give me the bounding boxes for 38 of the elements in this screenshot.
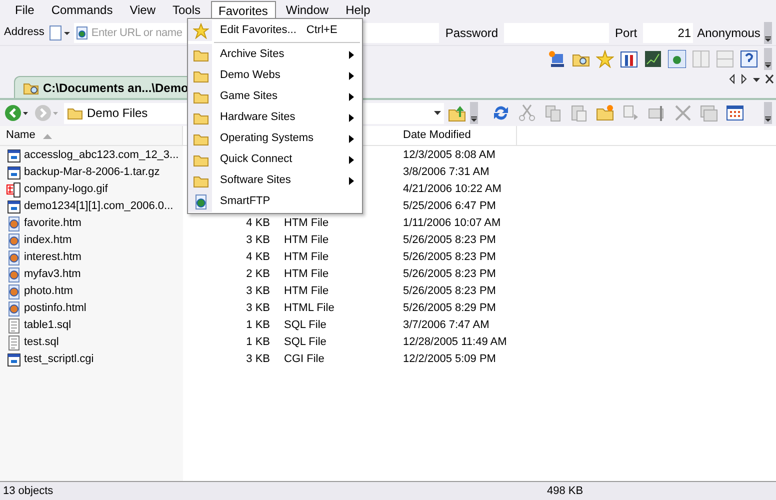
file-size: 3 KB <box>245 233 271 248</box>
password-label: Password <box>444 24 500 42</box>
file-size: 1 KB <box>245 335 271 350</box>
date-modified: 5/26/2005 8:23 PM <box>402 267 496 282</box>
file-type: SQL File <box>283 318 328 334</box>
file-size: 3 KB <box>245 301 271 316</box>
date-modified: 5/26/2005 8:29 PM <box>402 301 496 316</box>
file-type: HTM File <box>283 267 330 282</box>
port-label: Port <box>614 24 638 42</box>
file-size: 1 KB <box>245 318 271 334</box>
date-modified: 12/28/2005 11:49 AM <box>402 335 507 350</box>
date-modified: 12/2/2005 5:09 PM <box>402 352 496 368</box>
date-modified: 4/21/2006 10:22 AM <box>402 182 502 198</box>
date-modified: 5/25/2006 6:47 PM <box>402 199 496 214</box>
anonymous-label: Anonymous <box>697 24 760 42</box>
file-type: SQL File <box>283 335 328 350</box>
date-modified: 3/8/2006 7:31 AM <box>402 165 490 180</box>
file-type: HTM File <box>283 284 330 300</box>
file-type: CGI File <box>283 352 326 368</box>
date-modified: 5/26/2005 8:23 PM <box>402 284 496 300</box>
file-size: 3 KB <box>245 284 271 300</box>
date-modified: 5/26/2005 8:23 PM <box>402 233 496 248</box>
file-type: HTM File <box>283 233 330 248</box>
tab-title: C:\Documents an...\Demo <box>43 80 188 96</box>
file-type: HTM File <box>283 216 330 232</box>
total-size: 498 KB <box>547 484 584 499</box>
file-type: HTML File <box>283 301 336 316</box>
date-modified: 5/26/2005 8:23 PM <box>402 250 496 266</box>
address-label: Address <box>4 25 44 40</box>
date-modified: 1/11/2006 10:07 AM <box>402 216 501 232</box>
date-modified: 3/7/2006 7:47 AM <box>402 318 490 334</box>
file-type: HTM File <box>283 250 330 266</box>
object-count: 13 objects <box>2 484 54 499</box>
file-size: 2 KB <box>245 267 271 282</box>
file-size: 4 KB <box>245 216 271 232</box>
date-modified: 12/3/2005 8:08 AM <box>402 148 496 164</box>
file-size: 3 KB <box>245 352 271 368</box>
file-size: 4 KB <box>245 250 271 266</box>
